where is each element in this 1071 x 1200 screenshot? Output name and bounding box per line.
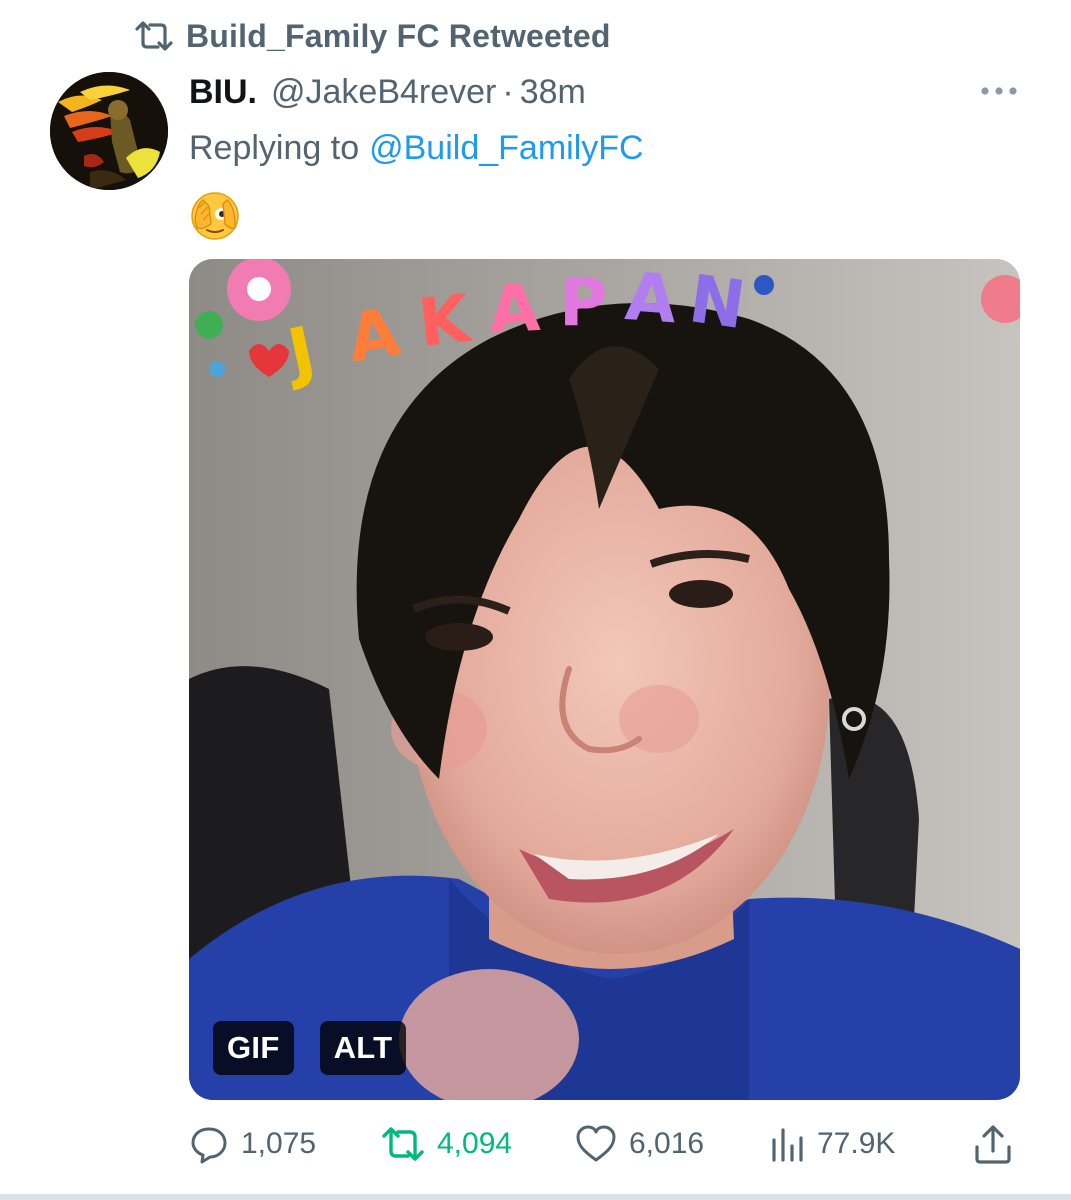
svg-text:N: N: [685, 260, 750, 344]
tweet-actions: 1,075 4,094 6,016 77.9K: [189, 1118, 1020, 1170]
like-count: 6,016: [629, 1127, 705, 1160]
svg-text:A: A: [487, 269, 542, 349]
tweet-page: Build_Family FC Retweeted BIU. @JakeB4re…: [0, 0, 1071, 1200]
retweet-button[interactable]: 4,094: [381, 1118, 512, 1170]
tweet-media-gif[interactable]: J A K A P A N GIF ALT: [189, 259, 1020, 1100]
reply-count: 1,075: [241, 1127, 317, 1160]
display-name[interactable]: BIU.: [189, 73, 257, 112]
reply-mention-link[interactable]: @Build_FamilyFC: [369, 129, 643, 168]
tweet-header: BIU. @JakeB4rever · 38m: [189, 66, 586, 118]
views-icon: [769, 1126, 805, 1162]
more-horizontal-icon[interactable]: [976, 76, 1022, 106]
tweet-time[interactable]: 38m: [520, 73, 586, 112]
replying-to: Replying to @Build_FamilyFC: [189, 122, 644, 174]
retweet-context-icon: [134, 21, 174, 51]
retweet-count: 4,094: [437, 1127, 513, 1160]
separator-dot: ·: [502, 72, 514, 111]
bottom-divider: [0, 1194, 1071, 1200]
gif-badge: GIF: [213, 1021, 294, 1075]
svg-text:A: A: [623, 259, 679, 338]
views-button[interactable]: 77.9K: [769, 1118, 895, 1170]
tweet-text: [189, 190, 249, 242]
retweet-context[interactable]: Build_Family FC Retweeted: [134, 14, 611, 58]
share-button[interactable]: [973, 1118, 1013, 1170]
svg-text:P: P: [559, 264, 607, 341]
reply-button[interactable]: 1,075: [189, 1118, 316, 1170]
face-peeking-eye-icon: [191, 192, 239, 240]
like-button[interactable]: 6,016: [575, 1118, 704, 1170]
retweet-icon: [381, 1127, 425, 1161]
user-handle[interactable]: @JakeB4rever: [271, 73, 496, 112]
share-icon: [973, 1123, 1013, 1165]
heart-icon: [575, 1125, 617, 1163]
media-badges: GIF ALT: [213, 1021, 407, 1075]
reply-icon: [189, 1124, 229, 1164]
retweet-context-text: Build_Family FC Retweeted: [186, 17, 611, 54]
user-avatar[interactable]: [50, 72, 168, 190]
replying-to-label: Replying to: [189, 128, 360, 167]
views-count: 77.9K: [817, 1127, 896, 1160]
gif-preview-image: J A K A P A N: [189, 259, 1020, 1100]
alt-text-button[interactable]: ALT: [319, 1021, 407, 1075]
